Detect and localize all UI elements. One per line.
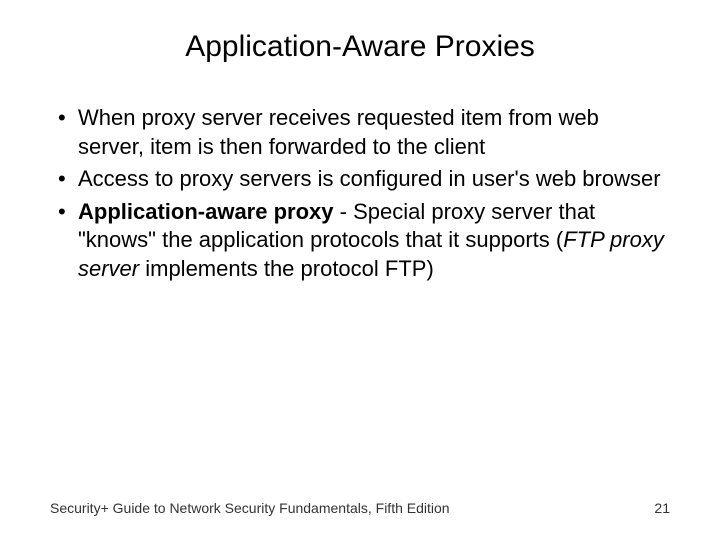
bullet-text: When proxy server receives requested ite… — [78, 105, 599, 159]
bullet-item: When proxy server receives requested ite… — [50, 104, 670, 161]
bullet-item: Access to proxy servers is configured in… — [50, 165, 670, 194]
footer-left: Security+ Guide to Network Security Fund… — [50, 500, 450, 516]
bullet-list: When proxy server receives requested ite… — [50, 104, 670, 284]
bullet-bold: Application-aware proxy — [78, 199, 334, 224]
slide-footer: Security+ Guide to Network Security Fund… — [50, 500, 670, 516]
slide-title: Application-Aware Proxies — [50, 30, 670, 64]
bullet-item: Application-aware proxy - Special proxy … — [50, 198, 670, 284]
footer-page-number: 21 — [654, 500, 670, 516]
bullet-text: implements the protocol FTP) — [139, 256, 434, 281]
bullet-text: Access to proxy servers is configured in… — [78, 166, 661, 191]
slide: Application-Aware Proxies When proxy ser… — [0, 0, 720, 540]
slide-content: When proxy server receives requested ite… — [50, 104, 670, 284]
